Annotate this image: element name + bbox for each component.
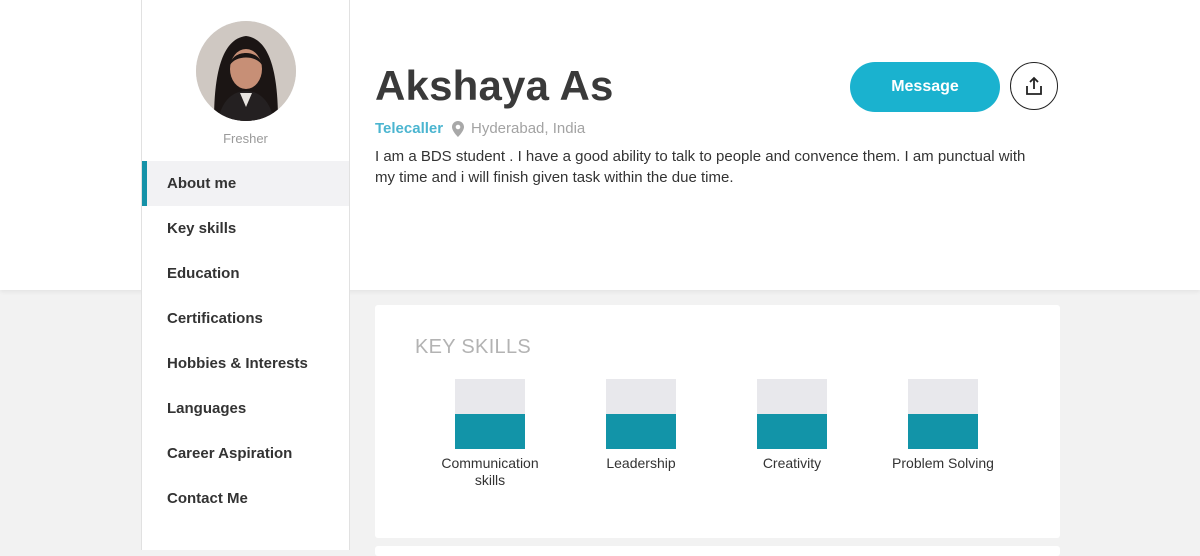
skill-item: Communication skills [425,379,555,489]
skill-label: Creativity [762,455,822,471]
share-button[interactable] [1010,62,1058,110]
skill-level-bar [455,379,525,449]
skill-level-fill [606,414,676,449]
profile-status: Fresher [223,131,268,146]
profile-name: Akshaya As [375,62,614,109]
message-button[interactable]: Message [850,62,1000,112]
profile-role: Telecaller [375,120,444,137]
avatar [196,21,296,121]
sidebar-item-hobbies-interests[interactable]: Hobbies & Interests [142,341,349,386]
sidebar: Fresher About me Key skills Education Ce… [141,0,350,550]
sidebar-item-certifications[interactable]: Certifications [142,296,349,341]
skill-level-fill [757,414,827,449]
profile-bio: I am a BDS student . I have a good abili… [375,148,1026,186]
next-section-card [375,546,1060,556]
skill-label: Leadership [606,455,676,471]
sidebar-item-about-me[interactable]: About me [142,161,349,206]
key-skills-heading: KEY SKILLS [415,336,532,358]
skill-item: Problem Solving [878,379,1008,472]
skill-level-bar [606,379,676,449]
sidebar-nav: About me Key skills Education Certificat… [142,161,349,521]
skill-level-fill [908,414,978,449]
skill-level-bar [757,379,827,449]
sidebar-item-education[interactable]: Education [142,251,349,296]
skill-label: Problem Solving [892,455,994,471]
sidebar-item-languages[interactable]: Languages [142,386,349,431]
skill-item: Leadership [576,379,706,472]
sidebar-item-contact-me[interactable]: Contact Me [142,476,349,521]
skill-level-bar [908,379,978,449]
location-pin-icon [452,120,464,137]
location-text: Hyderabad, India [471,120,586,137]
skill-label: Communication skills [441,455,539,488]
skill-item: Creativity [727,379,857,472]
profile-location: Hyderabad, India [452,120,585,137]
sidebar-item-career-aspiration[interactable]: Career Aspiration [142,431,349,476]
key-skills-card: KEY SKILLS Communication skills Leadersh… [375,305,1060,538]
share-upload-icon [1026,76,1042,95]
skill-level-fill [455,414,525,449]
sidebar-item-key-skills[interactable]: Key skills [142,206,349,251]
